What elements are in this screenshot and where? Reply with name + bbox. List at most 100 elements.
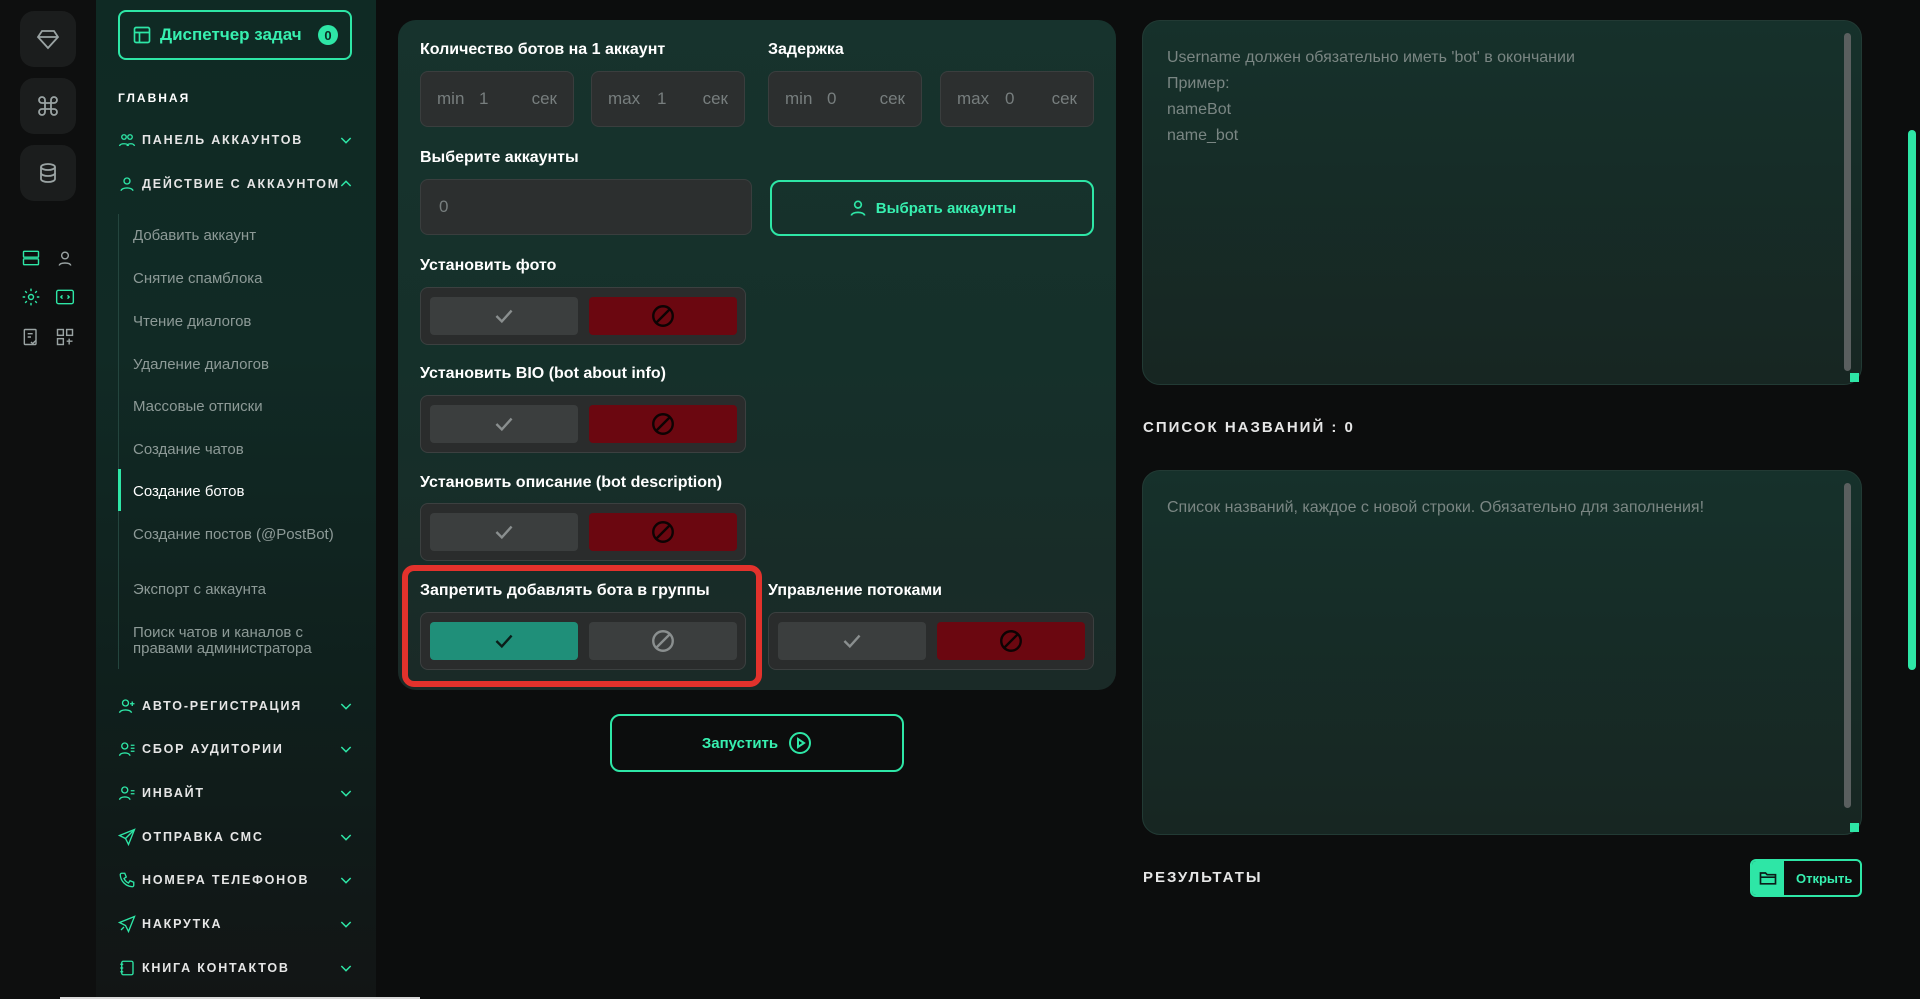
nav-group-label: НОМЕРА ТЕЛЕФОНОВ (142, 873, 309, 887)
nav-group-label: КНИГА КОНТАКТОВ (142, 961, 290, 975)
max-value: 1 (657, 89, 666, 109)
diamond-icon[interactable] (20, 11, 76, 67)
open-results-button[interactable]: Открыть (1750, 859, 1862, 897)
names-textarea[interactable]: Список названий, каждое с новой строки. … (1142, 470, 1862, 835)
delay-max-input[interactable]: max 0 сек (940, 71, 1094, 127)
check-icon (491, 519, 517, 545)
sub-item-delete-dialogs[interactable]: Удаление диалогов (133, 357, 343, 373)
set-description-yes[interactable] (430, 513, 578, 551)
threads-toggle (768, 612, 1094, 670)
unit-label: сек (703, 89, 728, 109)
username-hint: Username должен обязательно иметь 'bot' … (1167, 45, 1575, 149)
nav-group-sms[interactable]: ОТПРАВКА СМС (118, 825, 354, 849)
min-prefix: min (785, 89, 812, 109)
task-manager-label: Диспетчер задач (160, 25, 302, 45)
run-button[interactable]: Запустить (610, 714, 904, 772)
sub-item-mass-unsubscribe[interactable]: Массовые отписки (133, 399, 343, 415)
resize-handle[interactable] (1850, 373, 1859, 382)
chevron-up-icon (338, 176, 354, 192)
set-photo-yes[interactable] (430, 297, 578, 335)
textarea-scrollbar[interactable] (1844, 33, 1851, 371)
chevron-down-icon (338, 829, 354, 845)
threads-yes[interactable] (778, 622, 926, 660)
settings-icon[interactable] (20, 286, 42, 308)
set-photo-no[interactable] (589, 297, 737, 335)
textarea-scrollbar[interactable] (1844, 483, 1851, 808)
nav-group-auto-registration[interactable]: АВТО-РЕГИСТРАЦИЯ (118, 694, 354, 718)
sub-item-add-account[interactable]: Добавить аккаунт (133, 228, 343, 244)
unit-label: сек (1052, 89, 1077, 109)
forbid-groups-no[interactable] (589, 622, 737, 660)
folder-icon (1752, 861, 1784, 895)
task-manager-icon (132, 25, 152, 45)
chevron-down-icon (338, 132, 354, 148)
chevron-down-icon (338, 872, 354, 888)
nav-group-label: НАКРУТКА (142, 917, 222, 931)
accounts-count-field[interactable]: 0 (420, 179, 752, 235)
forbid-groups-label: Запретить добавлять бота в группы (420, 582, 710, 600)
pick-accounts-label: Выбрать аккаунты (876, 200, 1016, 217)
min-value: 1 (479, 89, 488, 109)
sidebar: Диспетчер задач 0 ГЛАВНАЯ ПАНЕЛЬ АККАУНТ… (96, 0, 376, 999)
sub-item-create-bots[interactable]: Создание ботов (133, 484, 343, 500)
sub-item-search-admin-chats[interactable]: Поиск чатов и каналов с правами админист… (133, 625, 343, 657)
sub-item-export-account[interactable]: Экспорт с аккаунта (133, 582, 343, 598)
ban-icon (998, 628, 1024, 654)
nav-group-contact-book[interactable]: КНИГА КОНТАКТОВ (118, 956, 354, 980)
code-icon[interactable] (54, 286, 76, 308)
set-description-no[interactable] (589, 513, 737, 551)
nav-group-account-actions[interactable]: ДЕЙСТВИЕ С АККАУНТОМ (118, 172, 354, 196)
open-button-label: Открыть (1796, 871, 1852, 886)
username-textarea[interactable]: Username должен обязательно иметь 'bot' … (1142, 20, 1862, 385)
nav-group-label: ДЕЙСТВИЕ С АККАУНТОМ (142, 177, 340, 191)
bots-max-input[interactable]: max 1 сек (591, 71, 745, 127)
nav-group-label: АВТО-РЕГИСТРАЦИЯ (142, 699, 302, 713)
main-section-heading: ГЛАВНАЯ (118, 91, 190, 105)
grid-icon[interactable] (54, 326, 76, 348)
nav-group-audience[interactable]: СБОР АУДИТОРИИ (118, 737, 354, 761)
nav-group-boost[interactable]: НАКРУТКА (118, 912, 354, 936)
sub-item-spamblock-removal[interactable]: Снятие спамблока (133, 271, 343, 287)
min-prefix: min (437, 89, 464, 109)
chevron-down-icon (338, 785, 354, 801)
unit-label: сек (880, 89, 905, 109)
resize-handle[interactable] (1850, 823, 1859, 832)
pick-accounts-button[interactable]: Выбрать аккаунты (770, 180, 1094, 236)
delay-min-input[interactable]: min 0 сек (768, 71, 922, 127)
set-photo-label: Установить фото (420, 257, 556, 275)
set-description-toggle (420, 503, 746, 561)
chevron-down-icon (338, 698, 354, 714)
sub-item-create-posts[interactable]: Создание постов (@PostBot) (133, 527, 343, 543)
task-manager-button[interactable]: Диспетчер задач 0 (118, 10, 352, 60)
boost-icon (118, 915, 136, 933)
ban-icon (650, 411, 676, 437)
set-bio-label: Установить BIO (bot about info) (420, 365, 666, 383)
chevron-down-icon (338, 960, 354, 976)
command-icon[interactable] (20, 78, 76, 134)
names-list-heading: СПИСОК НАЗВАНИЙ : 0 (1143, 419, 1355, 436)
nav-group-invite[interactable]: ИНВАЙТ (118, 781, 354, 805)
check-icon (839, 628, 865, 654)
threads-no[interactable] (937, 622, 1085, 660)
tasks-icon[interactable] (20, 326, 42, 348)
set-bio-no[interactable] (589, 405, 737, 443)
page-scrollbar[interactable] (1908, 130, 1916, 670)
nav-group-label: ИНВАЙТ (142, 786, 205, 800)
max-prefix: max (957, 89, 989, 109)
nav-group-accounts-panel[interactable]: ПАНЕЛЬ АККАУНТОВ (118, 128, 354, 152)
chevron-down-icon (338, 916, 354, 932)
nav-group-phone-numbers[interactable]: НОМЕРА ТЕЛЕФОНОВ (118, 868, 354, 892)
bots-min-input[interactable]: min 1 сек (420, 71, 574, 127)
server-icon[interactable] (20, 247, 42, 269)
sub-item-read-dialogs[interactable]: Чтение диалогов (133, 314, 343, 330)
sub-item-create-chats[interactable]: Создание чатов (133, 442, 343, 458)
chevron-down-icon (338, 741, 354, 757)
profile-icon[interactable] (54, 247, 76, 269)
ban-icon (650, 628, 676, 654)
set-photo-toggle (420, 287, 746, 345)
set-bio-yes[interactable] (430, 405, 578, 443)
unit-label: сек (532, 89, 557, 109)
forbid-groups-yes[interactable] (430, 622, 578, 660)
database-icon[interactable] (20, 145, 76, 201)
task-count-badge: 0 (318, 25, 338, 45)
